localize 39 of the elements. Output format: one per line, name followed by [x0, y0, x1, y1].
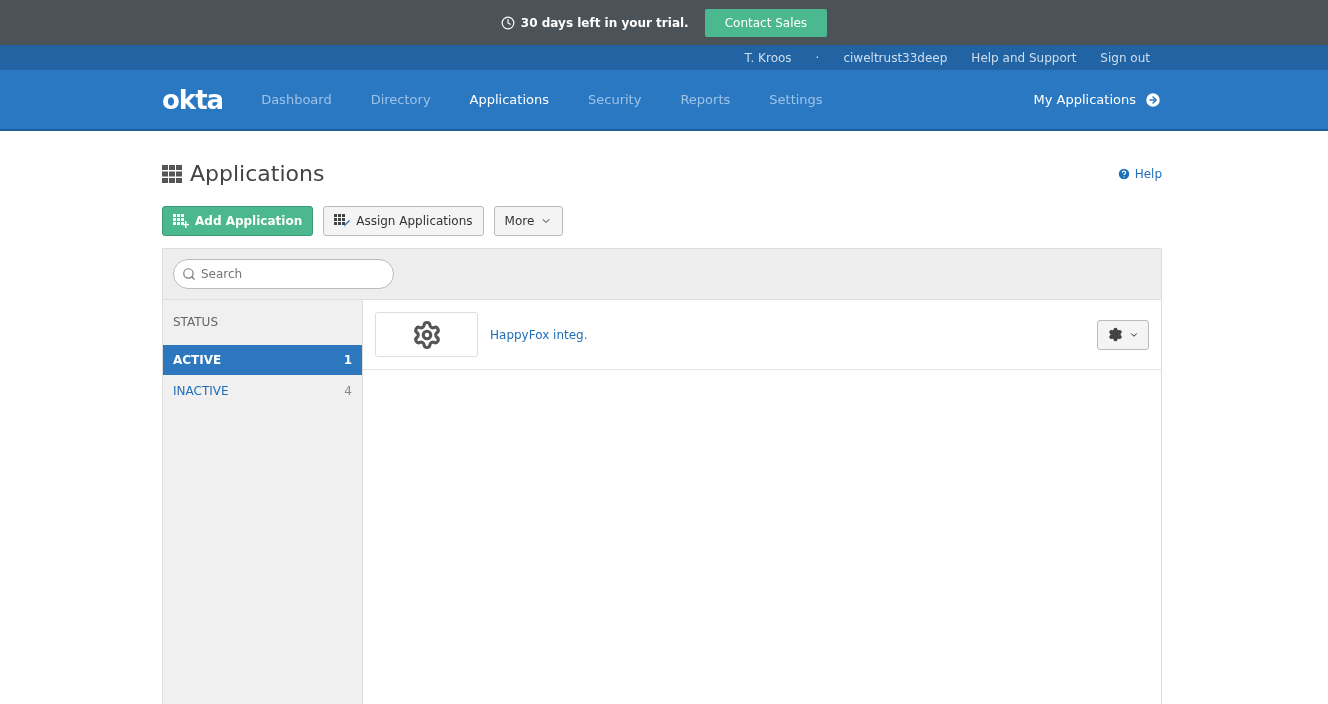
status-label: INACTIVE — [173, 384, 229, 398]
grid-icon — [162, 164, 182, 183]
header-link[interactable]: Sign out — [1100, 50, 1150, 65]
search-field[interactable]: Search — [173, 259, 394, 289]
status-label: ACTIVE — [173, 353, 222, 367]
page-title: Applications — [190, 161, 325, 186]
settings-icon — [1107, 327, 1123, 342]
separator-dot: · — [815, 50, 820, 65]
user-name: T. Kroos — [744, 50, 792, 65]
nav-tab[interactable]: Dashboard — [261, 92, 332, 107]
header-link[interactable]: Help and Support — [971, 50, 1077, 65]
sidebar-heading: STATUS — [172, 315, 220, 329]
more-dropdown[interactable]: More — [493, 206, 564, 236]
grid-pencil-icon — [334, 214, 351, 228]
nav-tab[interactable]: Applications — [469, 92, 549, 107]
help-link[interactable]: Help — [1116, 166, 1162, 181]
status-count: 1 — [343, 353, 352, 367]
add-application-button[interactable]: Add Application — [162, 206, 314, 236]
nav-tab[interactable]: Reports — [680, 92, 731, 107]
trial-message: 30 days left in your trial. — [500, 15, 689, 30]
contact-sales-button[interactable]: Contact Sales — [704, 8, 828, 37]
clock-icon — [500, 15, 515, 30]
assign-applications-button[interactable]: Assign Applications — [323, 206, 484, 236]
grid-plus-icon — [173, 214, 189, 228]
help-icon — [1116, 166, 1131, 181]
gear-icon — [411, 319, 442, 350]
arrow-right-icon — [1144, 90, 1162, 109]
status-count: 4 — [344, 384, 352, 398]
search-icon — [182, 267, 196, 281]
logo[interactable]: okta — [162, 84, 224, 115]
nav-tab[interactable]: Directory — [370, 92, 431, 107]
status-filter[interactable]: INACTIVE 4 — [163, 376, 362, 406]
nav-tab[interactable]: Security — [588, 92, 642, 107]
app-settings-dropdown[interactable] — [1097, 319, 1149, 350]
app-name-link[interactable]: HappyFox integ. — [490, 327, 588, 342]
nav-tab[interactable]: Settings — [769, 92, 823, 107]
status-filter[interactable]: ACTIVE 1 — [163, 345, 362, 375]
my-applications-link[interactable]: My Applications — [1033, 90, 1162, 109]
org-name: ciweltrust33deep — [843, 50, 948, 65]
